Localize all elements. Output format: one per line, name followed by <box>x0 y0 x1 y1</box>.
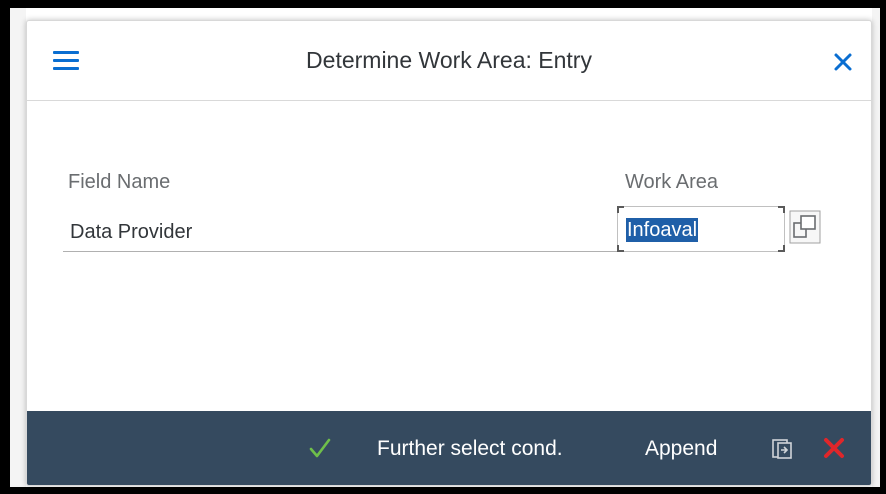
cancel-x-icon[interactable] <box>822 436 846 460</box>
transfer-icon[interactable] <box>771 438 793 460</box>
close-icon[interactable] <box>830 47 856 75</box>
screen-frame-top <box>0 0 886 8</box>
checkmark-icon[interactable] <box>309 437 331 459</box>
background-right-strip <box>872 8 880 487</box>
further-select-conditions-button[interactable]: Further select cond. <box>377 437 563 461</box>
row-divider <box>63 251 623 252</box>
determine-work-area-dialog: Determine Work Area: Entry Field Name Wo… <box>26 20 872 486</box>
append-button[interactable]: Append <box>645 437 717 461</box>
background-left-strip <box>10 8 26 487</box>
screen-frame-left <box>0 0 10 494</box>
work-area-input-value: Infoaval <box>626 218 699 242</box>
dialog-title: Determine Work Area: Entry <box>306 47 592 73</box>
field-name-value: Data Provider <box>70 221 193 243</box>
value-help-icon[interactable] <box>789 209 821 245</box>
screen-frame-right <box>880 0 886 494</box>
work-area-input[interactable]: Infoaval <box>617 206 785 252</box>
screen-frame-bottom <box>0 487 886 494</box>
dialog-header: Determine Work Area: Entry <box>27 21 871 101</box>
work-area-column-header: Work Area <box>625 171 718 193</box>
field-name-column-header: Field Name <box>68 171 171 193</box>
dialog-footer-toolbar: Further select cond. Append <box>27 411 871 485</box>
